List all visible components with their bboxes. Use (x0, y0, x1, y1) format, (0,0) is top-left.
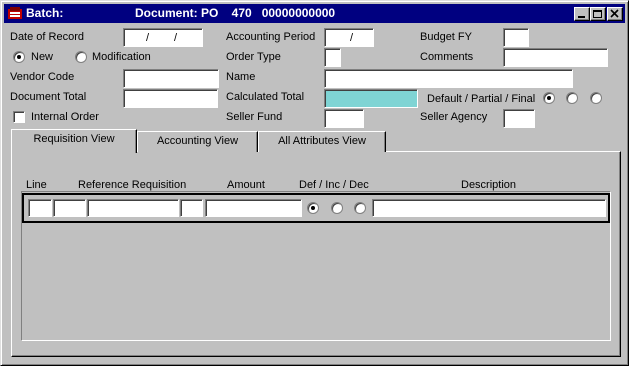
date-sep-1: / (146, 32, 150, 44)
final-radio[interactable] (590, 92, 602, 104)
calculated-total-label: Calculated Total (226, 91, 305, 103)
title-bar[interactable]: Batch: Document: PO 470 00000000000 (4, 4, 625, 23)
name-label: Name (226, 71, 256, 83)
seller-agency-label: Seller Agency (420, 111, 488, 123)
internal-order-label[interactable]: Internal Order (31, 111, 99, 124)
title-batch: Batch: (26, 6, 64, 20)
vendor-code-input[interactable] (123, 69, 219, 88)
modification-radio[interactable] (75, 51, 87, 63)
minimize-button[interactable] (574, 7, 590, 21)
close-icon (610, 9, 619, 18)
maximize-icon (593, 10, 602, 18)
tab-all-attributes-view-label: All Attributes View (278, 135, 366, 147)
modification-label[interactable]: Modification (92, 51, 151, 64)
tab-accounting-view-label: Accounting View (156, 135, 239, 147)
accounting-period-sep: / (350, 32, 354, 44)
order-type-label: Order Type (226, 51, 281, 63)
budget-fy-input[interactable] (503, 28, 529, 47)
close-button[interactable] (607, 7, 623, 21)
default-partial-final-label: Default / Partial / Final (427, 93, 536, 105)
tab-requisition-view-label: Requisition View (33, 133, 115, 145)
reference-requisition-cell-3[interactable] (180, 199, 203, 217)
def-radio[interactable] (307, 202, 319, 214)
seller-fund-input[interactable] (324, 109, 364, 128)
reference-requisition-cell-1[interactable] (53, 199, 86, 217)
tab-requisition-view[interactable]: Requisition View (11, 129, 137, 153)
vendor-code-label: Vendor Code (10, 71, 75, 83)
seller-agency-input[interactable] (503, 109, 535, 128)
default-radio[interactable] (543, 92, 555, 104)
document-window: Batch: Document: PO 470 00000000000 Date… (0, 0, 629, 366)
tab-all-attributes-view[interactable]: All Attributes View (258, 131, 386, 152)
dec-radio[interactable] (354, 202, 366, 214)
comments-input[interactable] (503, 48, 608, 67)
internal-order-checkbox[interactable] (13, 111, 25, 123)
title-document: Document: PO 470 00000000000 (135, 6, 336, 20)
tab-accounting-view[interactable]: Accounting View (137, 131, 258, 152)
reference-requisition-cell-2[interactable] (87, 199, 179, 217)
document-total-label: Document Total (10, 91, 87, 103)
seller-fund-label: Seller Fund (226, 111, 283, 123)
minimize-icon (578, 16, 585, 18)
date-sep-2: / (174, 32, 178, 44)
maximize-button[interactable] (590, 7, 606, 21)
document-total-input[interactable] (123, 89, 218, 108)
comments-label: Comments (420, 51, 474, 63)
name-input[interactable] (324, 69, 573, 88)
accounting-period-label: Accounting Period (226, 31, 316, 43)
inc-radio[interactable] (331, 202, 343, 214)
line-cell[interactable] (28, 199, 52, 217)
accounting-period-field[interactable]: / (324, 28, 374, 47)
new-label[interactable]: New (31, 51, 53, 64)
order-type-input[interactable] (324, 48, 341, 67)
date-of-record-label: Date of Record (10, 31, 84, 43)
app-icon[interactable] (7, 6, 23, 21)
budget-fy-label: Budget FY (420, 31, 472, 43)
description-cell[interactable] (372, 199, 606, 217)
partial-radio[interactable] (566, 92, 578, 104)
new-radio[interactable] (13, 51, 25, 63)
amount-cell[interactable] (205, 199, 302, 217)
calculated-total-input (324, 89, 418, 108)
date-of-record-field[interactable]: / / (123, 28, 203, 47)
